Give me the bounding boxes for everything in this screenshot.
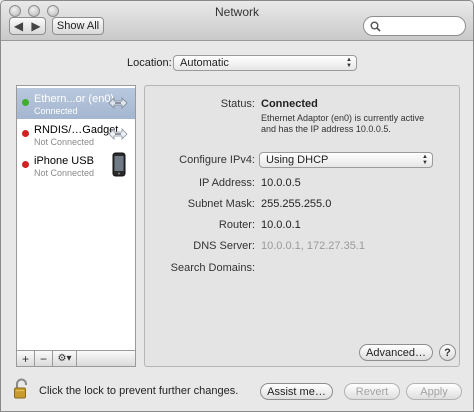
subnet-mask-label: Subnet Mask:	[187, 198, 255, 210]
status-dot-green-icon	[22, 99, 29, 106]
ethernet-arrows-icon	[108, 97, 128, 109]
service-list-controls: + − ⚙▾	[16, 351, 136, 367]
popup-arrows-icon: ▲ ▼	[346, 57, 352, 69]
dns-server-value: 10.0.0.1, 172.27.35.1	[261, 240, 365, 252]
add-service-button[interactable]: +	[17, 351, 35, 366]
remove-service-button[interactable]: −	[35, 351, 53, 366]
service-detail-panel: Status: Connected Ethernet Adaptor (en0)…	[144, 85, 460, 367]
show-all-label: Show All	[56, 20, 100, 32]
service-item-iphone-usb[interactable]: iPhone USB Not Connected	[17, 150, 135, 181]
lock-hint-text: Click the lock to prevent further change…	[39, 385, 239, 397]
dns-server-label: DNS Server:	[193, 240, 255, 252]
back-button[interactable]: ◀	[9, 17, 28, 35]
chevron-left-icon: ◀	[13, 19, 24, 33]
ethernet-arrows-icon	[108, 128, 128, 140]
search-icon	[370, 21, 381, 32]
gear-icon: ⚙▾	[57, 353, 72, 364]
status-description-line2: and has the IP address 10.0.0.5.	[261, 124, 391, 134]
location-value: Automatic	[180, 57, 229, 69]
router-value: 10.0.0.1	[261, 219, 301, 231]
forward-button[interactable]: ▶	[27, 17, 46, 35]
apply-label: Apply	[420, 385, 448, 398]
configure-ipv4-popup[interactable]: Using DHCP ▲ ▼	[259, 152, 433, 168]
iphone-icon	[112, 152, 126, 177]
service-status: Not Connected	[34, 168, 95, 178]
show-all-button[interactable]: Show All	[52, 17, 104, 35]
service-list: Ethern...or (en0) Connected RNDIS/…Gadge…	[16, 85, 136, 351]
advanced-button[interactable]: Advanced…	[359, 344, 433, 361]
status-dot-red-icon	[22, 130, 29, 137]
status-description-line1: Ethernet Adaptor (en0) is currently acti…	[261, 113, 425, 123]
assist-me-button[interactable]: Assist me…	[260, 383, 333, 400]
ip-address-value: 10.0.0.5	[261, 177, 301, 189]
help-icon: ?	[444, 346, 451, 359]
service-name: Ethern...or (en0)	[34, 93, 115, 105]
assist-me-label: Assist me…	[267, 385, 326, 398]
help-button[interactable]: ?	[439, 344, 456, 361]
location-label: Location:	[127, 57, 172, 69]
search-domains-label: Search Domains:	[170, 262, 255, 274]
title-bar: Network ◀ ▶ Show All	[1, 1, 473, 41]
service-status: Connected	[34, 106, 78, 116]
revert-label: Revert	[355, 385, 389, 398]
ip-address-label: IP Address:	[198, 177, 255, 189]
service-item-rndis-gadget[interactable]: RNDIS/…Gadget Not Connected	[17, 119, 135, 150]
apply-button[interactable]: Apply	[406, 383, 462, 400]
plus-icon: +	[21, 351, 29, 366]
revert-button[interactable]: Revert	[344, 383, 400, 400]
service-status: Not Connected	[34, 137, 95, 147]
action-menu-button[interactable]: ⚙▾	[53, 351, 77, 366]
status-value: Connected	[261, 98, 318, 110]
lock-icon[interactable]	[13, 378, 31, 400]
subnet-mask-value: 255.255.255.0	[261, 198, 332, 210]
search-field[interactable]	[363, 16, 466, 36]
router-label: Router:	[218, 219, 255, 231]
chevron-right-icon: ▶	[31, 19, 41, 33]
status-label: Status:	[220, 98, 255, 110]
configure-ipv4-label: Configure IPv4:	[179, 154, 255, 166]
service-name: iPhone USB	[34, 155, 94, 167]
service-name: RNDIS/…Gadget	[34, 124, 119, 136]
status-dot-red-icon	[22, 161, 29, 168]
location-popup[interactable]: Automatic ▲ ▼	[173, 55, 357, 71]
minus-icon: −	[39, 351, 47, 366]
service-item-ethernet[interactable]: Ethern...or (en0) Connected	[17, 88, 135, 119]
network-preferences-window: Network ◀ ▶ Show All Location: Automatic…	[0, 0, 474, 412]
advanced-label: Advanced…	[366, 346, 426, 359]
popup-arrows-icon: ▲ ▼	[422, 154, 428, 166]
configure-ipv4-value: Using DHCP	[266, 154, 329, 166]
